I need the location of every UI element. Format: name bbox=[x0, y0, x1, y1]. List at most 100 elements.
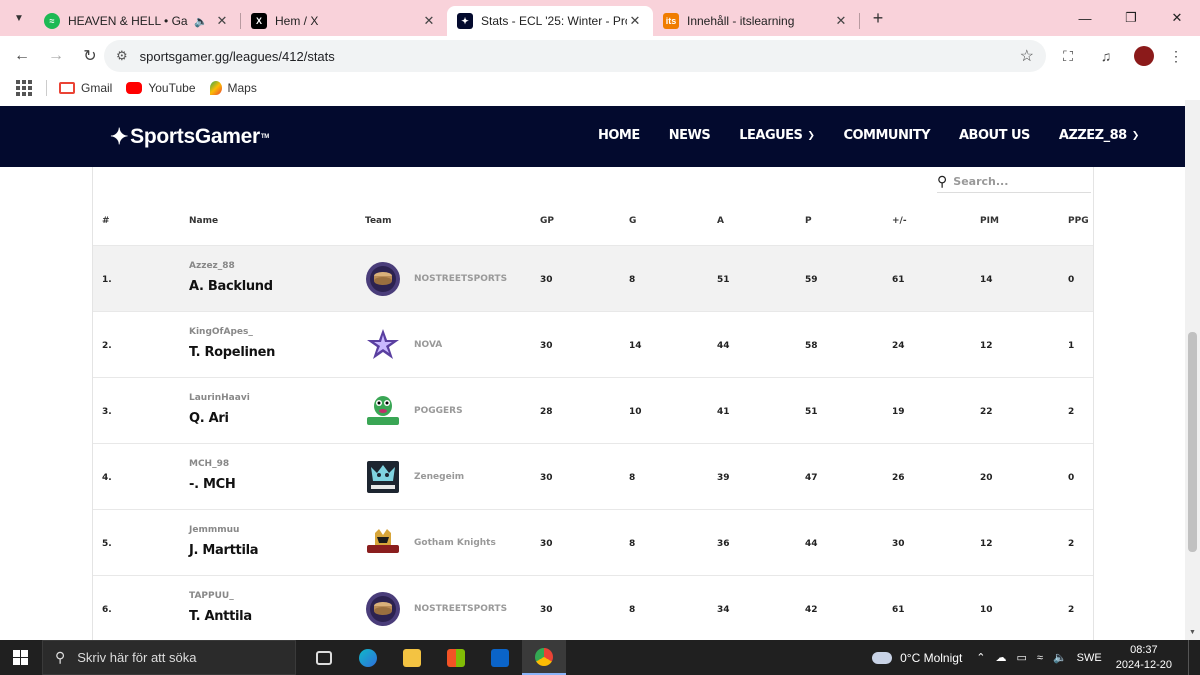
poggers-logo-icon[interactable] bbox=[365, 393, 401, 429]
bookmark-gmail[interactable]: Gmail bbox=[59, 81, 112, 95]
language-indicator[interactable]: SWE bbox=[1077, 652, 1102, 664]
column-header-a[interactable]: A bbox=[717, 216, 724, 226]
close-tab-icon[interactable]: ✕ bbox=[833, 13, 849, 29]
browser-tab[interactable]: ≈ HEAVEN & HELL • Gaboro 🔈 ✕ bbox=[34, 6, 240, 36]
page-scrollbar[interactable]: ▼ bbox=[1185, 100, 1200, 640]
column-header-g[interactable]: G bbox=[629, 216, 636, 226]
bookmark-youtube[interactable]: YouTube bbox=[126, 81, 196, 95]
address-bar[interactable]: ⚙ sportsgamer.gg/leagues/412/stats ☆ bbox=[104, 40, 1046, 72]
close-tab-icon[interactable]: ✕ bbox=[214, 13, 230, 29]
gamertag-link[interactable]: MCH_98 bbox=[189, 459, 229, 469]
team-name-link[interactable]: POGGERS bbox=[414, 406, 463, 416]
player-name-link[interactable]: -. MCH bbox=[189, 477, 236, 492]
table-row[interactable]: 6. TAPPUU_ T. Anttila NOSTREETSPORTS 30 … bbox=[93, 576, 1093, 640]
column-header-plus-minus[interactable]: +/- bbox=[892, 216, 907, 226]
table-row[interactable]: 5. Jemmmuu J. Marttila Gotham Knights 30… bbox=[93, 510, 1093, 576]
scroll-down-arrow-icon[interactable]: ▼ bbox=[1189, 629, 1196, 636]
extensions-puzzle-icon[interactable]: ⛶ bbox=[1052, 40, 1084, 72]
player-name-link[interactable]: T. Ropelinen bbox=[189, 345, 275, 360]
speaker-icon[interactable]: 🔈 bbox=[194, 15, 208, 28]
column-header-rank[interactable]: # bbox=[102, 216, 110, 226]
team-name-link[interactable]: Gotham Knights bbox=[414, 538, 496, 548]
browser-tab[interactable]: X Hem / X ✕ bbox=[241, 6, 447, 36]
nostreetsports-logo-icon[interactable] bbox=[365, 261, 401, 297]
team-name-link[interactable]: NOSTREETSPORTS bbox=[414, 274, 507, 284]
url-text[interactable]: sportsgamer.gg/leagues/412/stats bbox=[140, 49, 335, 64]
column-header-gp[interactable]: GP bbox=[540, 216, 554, 226]
gamertag-link[interactable]: KingOfApes_ bbox=[189, 327, 253, 337]
gamertag-link[interactable]: TAPPUU_ bbox=[189, 591, 234, 601]
clock[interactable]: 08:37 2024-12-20 bbox=[1116, 643, 1172, 673]
search-input[interactable] bbox=[953, 175, 1074, 188]
player-name-link[interactable]: Q. Ari bbox=[189, 411, 229, 426]
gamertag-link[interactable]: LaurinHaavi bbox=[189, 393, 250, 403]
player-name-link[interactable]: J. Marttila bbox=[189, 543, 259, 558]
stats-search[interactable]: ⚲ bbox=[937, 171, 1091, 193]
menu-kebab-icon[interactable]: ⋮ bbox=[1160, 40, 1192, 72]
tab-search-chevron-icon[interactable]: ▼ bbox=[4, 5, 34, 31]
close-tab-icon[interactable]: ✕ bbox=[421, 13, 437, 29]
column-header-pim[interactable]: PIM bbox=[980, 216, 999, 226]
restore-icon[interactable]: ❐ bbox=[1108, 0, 1154, 36]
player-name-link[interactable]: T. Anttila bbox=[189, 609, 252, 624]
bookmark-maps[interactable]: Maps bbox=[209, 81, 257, 95]
zenegeim-logo-icon[interactable] bbox=[365, 459, 401, 495]
gotham-knights-logo-icon[interactable] bbox=[365, 525, 401, 561]
taskbar-search[interactable]: ⚲ Skriv här för att söka bbox=[42, 640, 296, 675]
profile-avatar-icon[interactable] bbox=[1134, 46, 1154, 66]
close-tab-icon[interactable]: ✕ bbox=[627, 13, 643, 29]
scrollbar-thumb[interactable] bbox=[1188, 332, 1197, 552]
table-row[interactable]: 3. LaurinHaavi Q. Ari POGGERS 28 10 41 5… bbox=[93, 378, 1093, 444]
nova-logo-icon[interactable] bbox=[365, 327, 401, 363]
forward-arrow-icon[interactable]: → bbox=[40, 40, 72, 72]
reload-icon[interactable]: ↻ bbox=[74, 40, 106, 72]
outlook-icon[interactable] bbox=[478, 640, 522, 675]
team-name-link[interactable]: NOVA bbox=[414, 340, 442, 350]
team-name-link[interactable]: Zenegeim bbox=[414, 472, 464, 482]
edge-icon[interactable] bbox=[346, 640, 390, 675]
browser-tab-active[interactable]: ✦ Stats - ECL '25: Winter - Pro eu ✕ bbox=[447, 6, 653, 36]
new-tab-plus-icon[interactable]: + bbox=[864, 4, 892, 32]
table-row[interactable]: 1. Azzez_88 A. Backlund NOSTREETSPORTS 3… bbox=[93, 246, 1093, 312]
start-button[interactable] bbox=[0, 640, 40, 675]
nav-leagues[interactable]: LEAGUES ❯ bbox=[739, 128, 815, 143]
nav-news[interactable]: NEWS bbox=[669, 128, 711, 143]
gamertag-link[interactable]: Azzez_88 bbox=[189, 261, 235, 271]
battery-icon[interactable]: ▭ bbox=[1017, 651, 1027, 664]
gamertag-link[interactable]: Jemmmuu bbox=[189, 525, 239, 535]
site-info-icon[interactable]: ⚙ bbox=[116, 48, 128, 64]
sportsgamer-logo[interactable]: ✦ SportsGamer TM bbox=[110, 124, 269, 150]
back-arrow-icon[interactable]: ← bbox=[6, 40, 38, 72]
task-view-icon[interactable] bbox=[302, 640, 346, 675]
minimize-icon[interactable]: — bbox=[1062, 0, 1108, 36]
wifi-icon[interactable]: ≈ bbox=[1037, 652, 1043, 664]
column-header-p[interactable]: P bbox=[805, 216, 812, 226]
column-header-team[interactable]: Team bbox=[365, 216, 392, 226]
onedrive-cloud-icon[interactable]: ☁ bbox=[996, 651, 1007, 664]
chevron-up-icon[interactable]: ⌃ bbox=[976, 651, 985, 664]
chrome-icon[interactable] bbox=[522, 640, 566, 675]
column-header-name[interactable]: Name bbox=[189, 216, 218, 226]
column-header-ppg[interactable]: PPG bbox=[1068, 216, 1089, 226]
table-row[interactable]: 2. KingOfApes_ T. Ropelinen NOVA 30 14 4… bbox=[93, 312, 1093, 378]
nav-user-menu[interactable]: AZZEZ_88 ❯ bbox=[1059, 128, 1139, 143]
media-control-icon[interactable]: ♫ bbox=[1090, 40, 1122, 72]
player-name-link[interactable]: A. Backlund bbox=[189, 279, 273, 294]
bookmark-separator bbox=[46, 80, 47, 96]
microsoft-store-icon[interactable] bbox=[434, 640, 478, 675]
window-close-icon[interactable]: ✕ bbox=[1154, 0, 1200, 36]
apps-grid-icon[interactable] bbox=[16, 80, 32, 96]
browser-tab[interactable]: its Innehåll - itslearning ✕ bbox=[653, 6, 859, 36]
show-desktop-button[interactable] bbox=[1188, 640, 1200, 675]
volume-icon[interactable]: 🔈 bbox=[1053, 651, 1067, 664]
nostreetsports-logo-icon[interactable] bbox=[365, 591, 401, 627]
nav-community[interactable]: COMMUNITY bbox=[843, 128, 930, 143]
file-explorer-icon[interactable] bbox=[390, 640, 434, 675]
team-name-link[interactable]: NOSTREETSPORTS bbox=[414, 604, 507, 614]
goals-cell: 8 bbox=[629, 605, 636, 615]
weather-widget[interactable]: 0°C Molnigt bbox=[872, 651, 962, 665]
nav-home[interactable]: HOME bbox=[598, 128, 640, 143]
nav-about-us[interactable]: ABOUT US bbox=[959, 128, 1030, 143]
table-row[interactable]: 4. MCH_98 -. MCH Zenegeim 30 8 39 47 26 … bbox=[93, 444, 1093, 510]
bookmark-star-icon[interactable]: ☆ bbox=[1020, 46, 1034, 66]
